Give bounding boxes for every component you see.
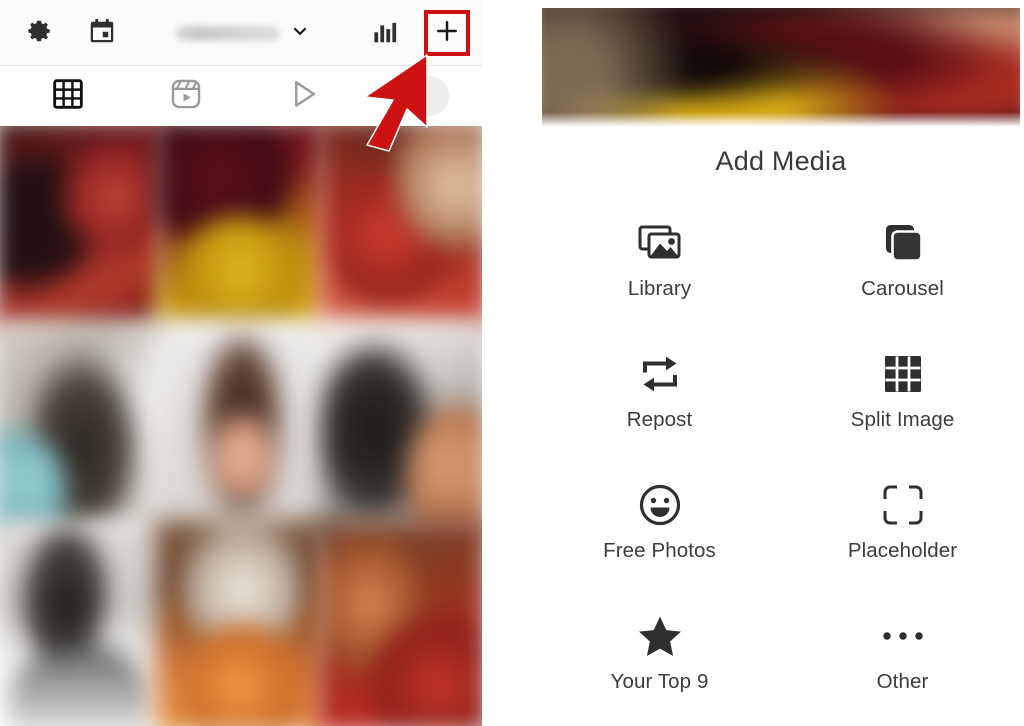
grid-photo[interactable] xyxy=(317,319,482,533)
top-toolbar xyxy=(0,0,482,66)
grid-photo[interactable] xyxy=(317,520,482,726)
menu-item-label: Carousel xyxy=(861,277,944,300)
menu-item-other[interactable]: Other xyxy=(781,605,1024,726)
plus-icon xyxy=(433,17,461,50)
menu-item-label: Free Photos xyxy=(603,539,716,562)
photo-library-icon xyxy=(637,218,683,268)
tab-reels[interactable] xyxy=(156,76,216,116)
menu-item-placeholder[interactable]: Placeholder xyxy=(781,474,1024,605)
grid-photo[interactable] xyxy=(155,319,327,533)
gear-icon xyxy=(24,16,54,51)
page-title: Add Media xyxy=(715,146,847,176)
menu-item-label: Placeholder xyxy=(847,539,958,562)
menu-item-label: Your Top 9 xyxy=(610,670,709,693)
corner-brackets-icon xyxy=(881,480,925,530)
banner-image xyxy=(542,8,1020,128)
grid-photo[interactable] xyxy=(0,319,165,533)
add-media-menu: Library Carousel Repost Split Image Free… xyxy=(538,212,1024,726)
analytics-button[interactable] xyxy=(368,16,402,50)
ellipsis-icon xyxy=(879,611,927,661)
settings-button[interactable] xyxy=(22,16,56,50)
menu-item-your-top-9[interactable]: Your Top 9 xyxy=(538,605,781,726)
menu-item-repost[interactable]: Repost xyxy=(538,343,781,474)
smiley-face-icon xyxy=(638,480,682,530)
grid-photo[interactable] xyxy=(155,520,327,726)
background-circle-shape xyxy=(409,76,449,116)
blurred-photo-banner xyxy=(542,8,1020,128)
bar-chart-icon xyxy=(370,16,400,51)
profile-photo-grid xyxy=(0,126,482,726)
menu-item-label: Repost xyxy=(626,408,693,431)
grid-photo[interactable] xyxy=(317,126,482,332)
add-media-sheet: Add Media Library Carousel Repost Split … xyxy=(538,0,1024,726)
grid-photo[interactable] xyxy=(0,520,165,726)
app-screen-left xyxy=(0,0,482,726)
account-switcher[interactable] xyxy=(176,14,316,52)
calendar-button[interactable] xyxy=(85,16,119,50)
menu-item-label: Split Image xyxy=(850,408,955,431)
star-icon xyxy=(637,611,683,661)
chevron-down-icon xyxy=(290,21,310,46)
menu-item-label: Library xyxy=(627,277,692,300)
repost-arrows-icon xyxy=(637,349,683,399)
menu-item-free-photos[interactable]: Free Photos xyxy=(538,474,781,605)
add-button[interactable] xyxy=(424,10,470,56)
grid-square-icon xyxy=(883,349,923,399)
stacked-squares-icon xyxy=(881,218,925,268)
grid-photo[interactable] xyxy=(0,126,165,332)
grid-photo[interactable] xyxy=(155,126,327,332)
account-name-blurred xyxy=(176,25,280,41)
play-icon xyxy=(287,77,321,116)
tab-play[interactable] xyxy=(274,76,334,116)
panel-gap xyxy=(482,0,538,726)
menu-item-library[interactable]: Library xyxy=(538,212,781,343)
menu-item-carousel[interactable]: Carousel xyxy=(781,212,1024,343)
reels-icon xyxy=(169,77,203,116)
calendar-icon xyxy=(87,16,117,51)
tab-grid[interactable] xyxy=(38,76,98,116)
grid-icon xyxy=(51,77,85,116)
screenshot-root: Add Media Library Carousel Repost Split … xyxy=(0,0,1024,726)
menu-item-label: Other xyxy=(876,670,929,693)
menu-item-split-image[interactable]: Split Image xyxy=(781,343,1024,474)
